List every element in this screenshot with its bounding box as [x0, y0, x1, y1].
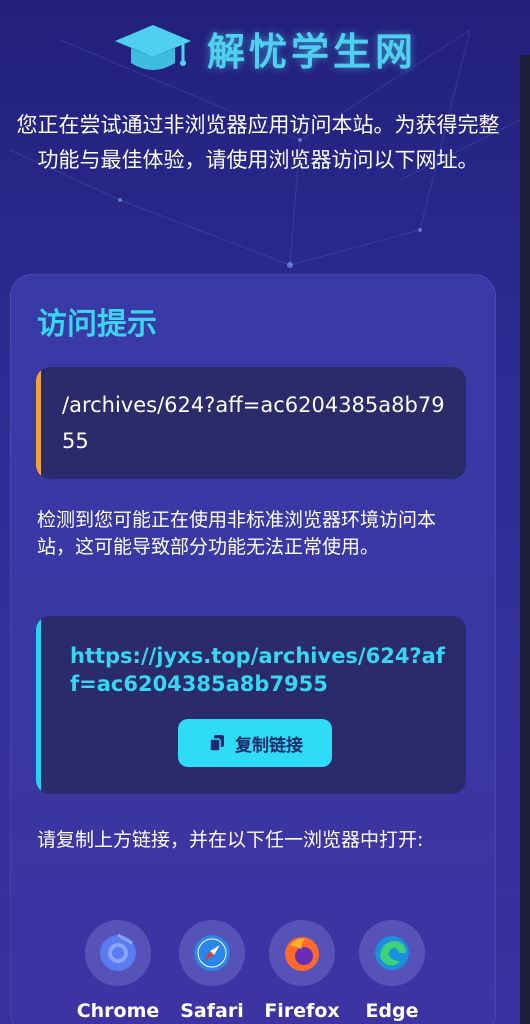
firefox-icon-wrap [269, 920, 335, 986]
browser-name: Firefox [264, 1000, 340, 1022]
safari-icon [194, 935, 230, 971]
firefox-icon [285, 937, 319, 971]
url-text[interactable]: https://jyxs.top/archives/624?aff=ac6204… [70, 642, 450, 698]
url-accent-bar [36, 616, 41, 794]
copy-icon [209, 735, 224, 752]
graduation-cap-icon [114, 25, 191, 70]
warning-text: 检测到您可能正在使用非标准浏览器环境访问本站，这可能导致部分功能无法正常使用。 [37, 509, 437, 558]
path-text: /archives/624?aff=ac6204385a8b7955 [62, 393, 445, 453]
path-box: /archives/624?aff=ac6204385a8b7955 [36, 367, 466, 479]
path-accent-bar [36, 367, 41, 479]
access-tip-card: 访问提示 /archives/624?aff=ac6204385a8b7955 … [10, 274, 496, 1024]
browser-firefox[interactable]: Firefox [257, 920, 347, 1022]
chrome-icon-wrap [85, 920, 151, 986]
card-title: 访问提示 [37, 307, 157, 342]
browser-safari[interactable]: Safari [167, 920, 257, 1022]
browser-name: Chrome [76, 1000, 160, 1022]
copy-link-button[interactable]: 复制链接 [178, 719, 332, 767]
safari-icon-wrap [179, 920, 245, 986]
intro-text: 您正在尝试通过非浏览器应用访问本站。为获得完整功能与最佳体验，请使用浏览器访问以… [16, 113, 500, 172]
copy-link-label: 复制链接 [235, 735, 303, 756]
site-title: 解忧学生网 [206, 29, 417, 74]
url-box: https://jyxs.top/archives/624?aff=ac6204… [36, 616, 466, 794]
edge-icon [375, 936, 409, 970]
scrollbar-strip [520, 55, 530, 1024]
chrome-icon [100, 933, 136, 971]
browser-edge[interactable]: Edge [347, 920, 437, 1022]
browser-chrome[interactable]: Chrome [73, 920, 163, 1022]
edge-icon-wrap [359, 920, 425, 986]
instruction-text: 请复制上方链接，并在以下任一浏览器中打开: [37, 829, 424, 851]
site-header: 解忧学生网 [0, 18, 530, 78]
browser-name: Safari [180, 1000, 244, 1022]
browser-name: Edge [365, 1000, 419, 1022]
